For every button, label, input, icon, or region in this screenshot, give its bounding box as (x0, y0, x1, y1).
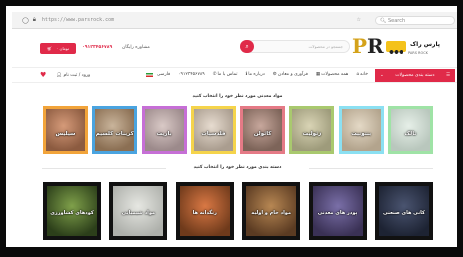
nav-phone[interactable]: ۰۹۱۲۳۴۵۶۷۸۹ (178, 72, 205, 77)
browser-toolbar: ◯ 🔒︎ https://www.parsrock.com ☆ 🔍︎ Searc… (12, 12, 457, 29)
category-tile-label: مواد خام و اولیه (251, 210, 292, 216)
nav-item-about[interactable]: ℹ درباره ما (246, 72, 265, 77)
section-categories-title: دسته بندی مورد نظر خود را انتخاب کنید (166, 165, 309, 170)
mineral-tile-label: فلدسپات (201, 131, 226, 137)
nav-item-label: درباره ما (248, 72, 265, 77)
mineral-tile[interactable]: بنتونیت (338, 106, 384, 154)
mineral-tile[interactable]: تالک (387, 106, 433, 154)
categories-row: کودهای کشاورزی مواد شیمیایی رنگدانه ها مواد… (43, 182, 433, 240)
gear-icon: ⚙ (272, 72, 277, 77)
categories-label: دسته بندی محصولات (395, 73, 435, 78)
nav-item-label: فرآوری و معادن (277, 72, 308, 77)
logo-letter-p: P (352, 34, 368, 58)
address-bar[interactable]: https://www.parsrock.com (42, 17, 114, 23)
wishlist-heart-icon[interactable]: ♥ (40, 71, 46, 79)
phone-icon: ✆ (212, 72, 217, 77)
mineral-tile-label: تالک (404, 131, 417, 137)
category-tile[interactable]: مواد شیمیایی (109, 182, 168, 240)
category-tile-label: پودر های معدنی (317, 210, 358, 216)
login-label: ورود / ثبت نام (63, 72, 91, 78)
grid-icon: ▦ (315, 72, 321, 77)
mineral-tile-label: باریت (156, 131, 172, 137)
consult-label: مشاوره رایگان (122, 45, 150, 50)
main-nav: ♥ 👤︎ ورود / ثبت نام فارسی ۰۹۱۲۳۴۵۶۷۸۹ ✆ ت… (12, 67, 457, 83)
info-icon: ℹ (245, 72, 248, 77)
section-minerals-title: مواد معدنی مورد نظر خود را انتخاب کنید (192, 94, 283, 99)
login-link[interactable]: 👤︎ ورود / ثبت نام (56, 73, 90, 78)
flag-icon (146, 72, 154, 77)
site-header: 🛒︎ ۰ تومان ۰۹۱۲۳۴۵۶۷۸۹ مشاوره رایگان ⌕ ج… (12, 30, 457, 66)
user-icon: 👤︎ (56, 72, 62, 78)
mineral-tile[interactable]: زئولیت (289, 106, 335, 154)
nav-item-contact[interactable]: ✆ تماس با ما (213, 72, 238, 77)
minerals-row: سیلیس کربنات کلسیم باریت فلدسپات کائولن زئولی… (43, 106, 433, 154)
cart-icon: 🛒︎ (47, 46, 53, 51)
search-icon: ⌕ (245, 42, 249, 50)
nav-phone-label: ۰۹۱۲۳۴۵۶۷۸۹ (178, 72, 205, 77)
logo-letter-r: R (367, 34, 384, 58)
page-frame: ◯ 🔒︎ https://www.parsrock.com ☆ 🔍︎ Searc… (0, 0, 463, 257)
logo-name: پارس راک (410, 41, 440, 48)
search-icon: 🔍︎ (380, 17, 387, 24)
category-tile[interactable]: کودهای کشاورزی (43, 182, 101, 240)
categories-button[interactable]: ⌄ دسته بندی محصولات ☰ (375, 69, 455, 82)
menu-icon: ☰ (445, 73, 450, 78)
category-tile[interactable]: رنگدانه ها (175, 182, 234, 240)
nav-lang-label: فارسی (156, 72, 171, 77)
nav-item-home[interactable]: ⌂ خانه (356, 72, 368, 77)
search-button[interactable]: ⌕ (240, 40, 254, 53)
site-search-box[interactable]: ⌕ جستجو در محصولات (240, 40, 350, 53)
mineral-tile-label: بنتونیت (351, 131, 372, 137)
chevron-down-icon: ⌄ (380, 73, 384, 78)
search-input[interactable]: جستجو در محصولات (309, 44, 343, 49)
header-phone[interactable]: ۰۹۱۲۳۴۵۶۷۸۹ (82, 45, 112, 50)
mineral-tile-label: زئولیت (302, 131, 322, 137)
mineral-tile[interactable]: کربنات کلسیم (92, 106, 138, 154)
category-tile[interactable]: مواد خام و اولیه (242, 182, 301, 240)
category-tile-label: رنگدانه ها (192, 210, 217, 216)
bottom-banner (62, 248, 362, 253)
category-tile-label: مواد شیمیایی (121, 210, 156, 216)
bookmark-star-icon[interactable]: ☆ (357, 17, 361, 23)
cart-total: ۰ تومان (56, 46, 69, 51)
nav-item-label: تماس با ما (217, 72, 238, 77)
mineral-tile-label: کربنات کلسیم (95, 131, 134, 137)
mineral-tile-label: کائولن (253, 131, 272, 137)
nav-item-label: خانه (360, 72, 368, 77)
cart-button[interactable]: 🛒︎ ۰ تومان (40, 43, 76, 54)
mineral-tile[interactable]: فلدسپات (190, 106, 236, 154)
nav-item-label: همه محصولات (321, 72, 349, 77)
mineral-tile[interactable]: سیلیس (43, 106, 88, 154)
category-tile-label: کودهای کشاورزی (50, 210, 94, 216)
mineral-tile[interactable]: باریت (141, 106, 187, 154)
shield-icon: ◯ (22, 16, 29, 24)
mineral-tile[interactable]: کائولن (240, 106, 286, 154)
nav-lang[interactable]: فارسی (146, 72, 170, 77)
site-logo[interactable]: P R پارس راک PARS ROCK (352, 35, 452, 61)
browser-search-box[interactable]: 🔍︎ Search (375, 15, 455, 25)
nav-menu: فارسی ۰۹۱۲۳۴۵۶۷۸۹ ✆ تماس با ما ℹ درباره ما… (146, 72, 368, 77)
category-tile-label: کانی های صنعتی (382, 210, 425, 216)
logo-truck-icon (386, 41, 406, 54)
logo-subtitle: PARS ROCK (408, 51, 428, 55)
category-tile[interactable]: پودر های معدنی (308, 182, 367, 240)
browser-search-label: Search (387, 17, 406, 24)
category-tile[interactable]: کانی های صنعتی (374, 182, 433, 240)
nav-item-products[interactable]: ▦ همه محصولات (316, 72, 348, 77)
home-icon: ⌂ (356, 72, 360, 77)
lock-icon: 🔒︎ (32, 16, 36, 23)
nav-item-processing[interactable]: ⚙ فرآوری و معادن (273, 72, 308, 77)
mineral-tile-label: سیلیس (55, 131, 76, 137)
